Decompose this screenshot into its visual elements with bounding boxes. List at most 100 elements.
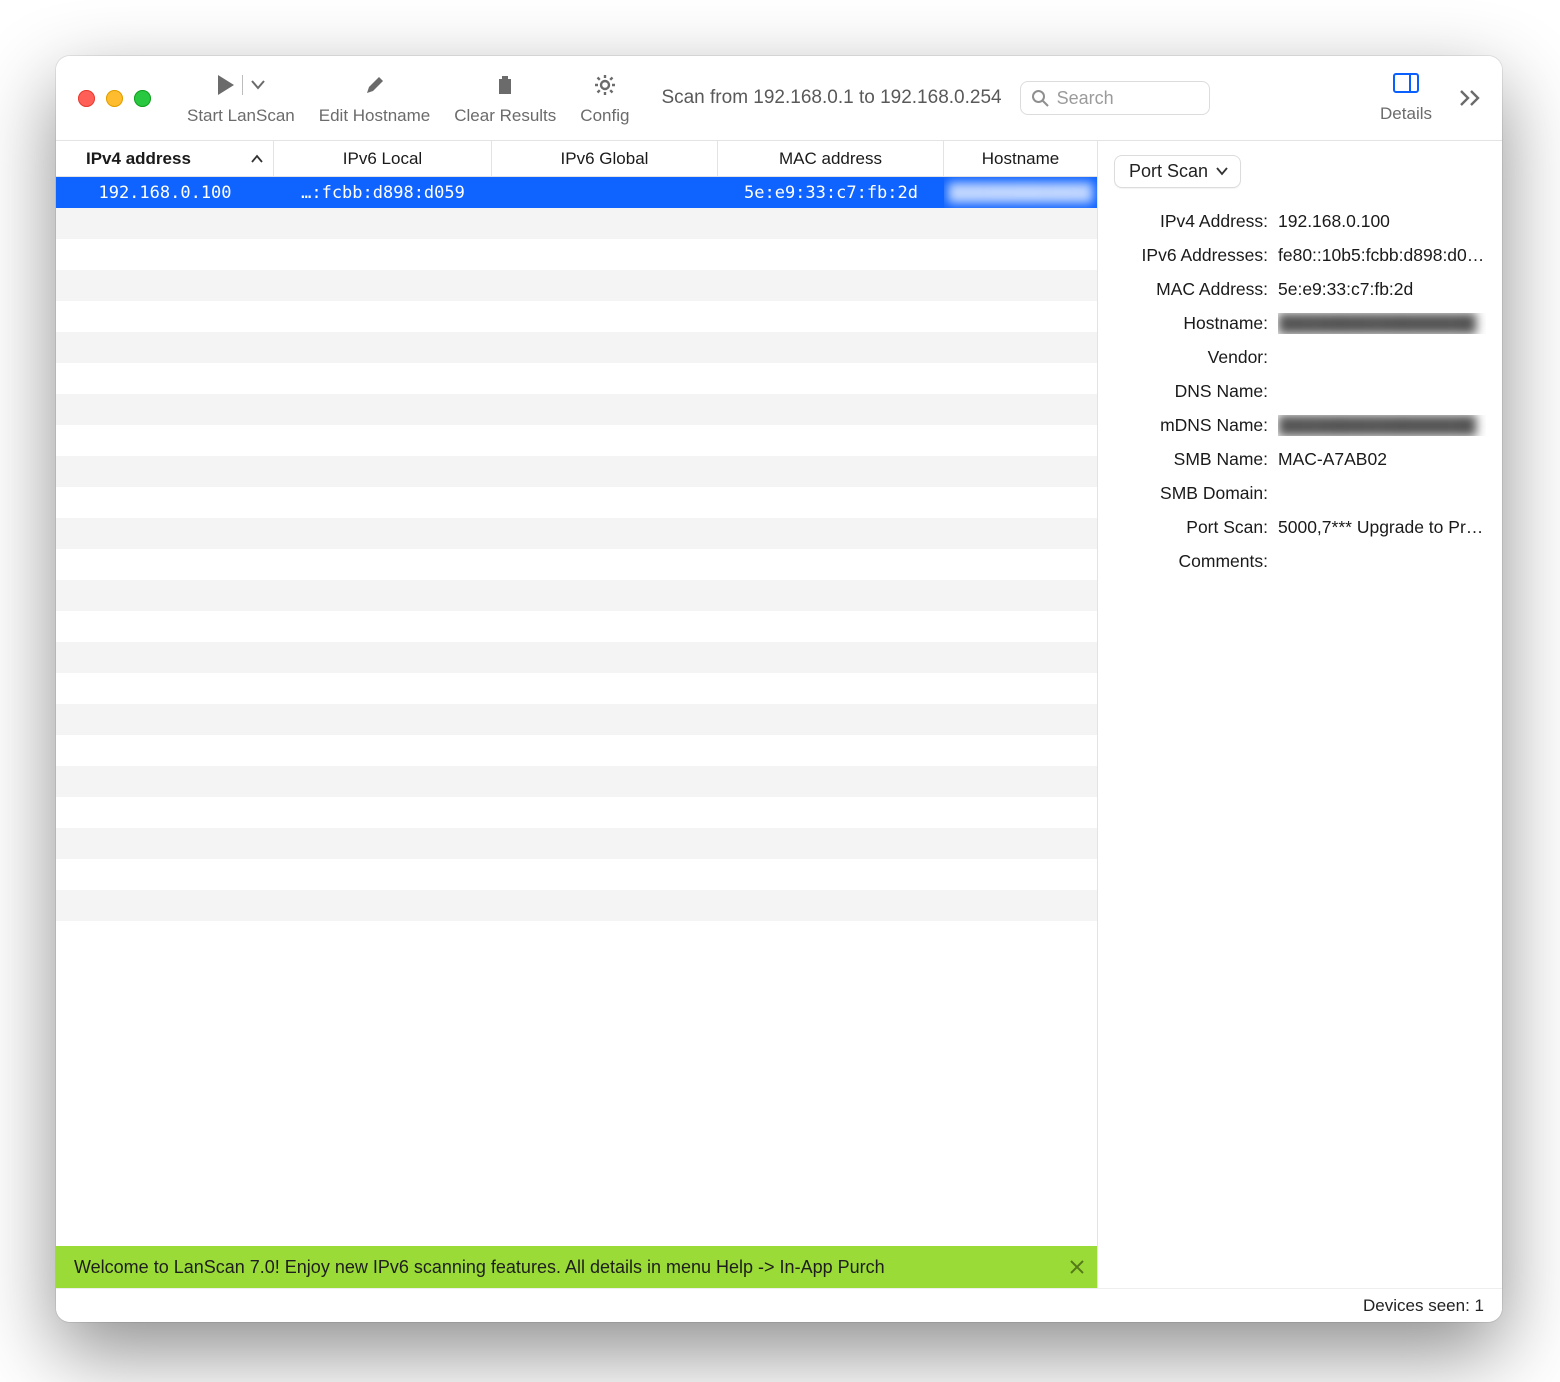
table-row[interactable] bbox=[56, 859, 1097, 890]
cell-ipv4 bbox=[56, 642, 274, 673]
banner-text: Welcome to LanScan 7.0! Enjoy new IPv6 s… bbox=[74, 1257, 885, 1278]
table-row[interactable] bbox=[56, 270, 1097, 301]
cell-hostname bbox=[944, 549, 1097, 580]
zoom-window-button[interactable] bbox=[134, 90, 151, 107]
config-button[interactable]: Config bbox=[570, 70, 639, 126]
search-input[interactable]: Search bbox=[1020, 81, 1210, 115]
table-row[interactable] bbox=[56, 673, 1097, 704]
cell-ipv6_local bbox=[274, 332, 492, 363]
table-row[interactable] bbox=[56, 239, 1097, 270]
table-row[interactable] bbox=[56, 549, 1097, 580]
cell-ipv6_local bbox=[274, 487, 492, 518]
details-toggle-button[interactable]: Details bbox=[1380, 68, 1432, 124]
port-scan-dropdown[interactable]: Port Scan bbox=[1114, 155, 1241, 188]
window-title: Scan from 192.168.0.1 to 192.168.0.254 bbox=[661, 87, 1001, 109]
cell-ipv6_global bbox=[492, 394, 718, 425]
detail-row: SMB Name:MAC-A7AB02 bbox=[1098, 442, 1486, 476]
detail-key: Port Scan: bbox=[1098, 517, 1278, 538]
detail-key: mDNS Name: bbox=[1098, 415, 1278, 436]
clear-results-button[interactable]: Clear Results bbox=[444, 70, 566, 126]
table-row[interactable] bbox=[56, 766, 1097, 797]
close-window-button[interactable] bbox=[78, 90, 95, 107]
table-row[interactable] bbox=[56, 301, 1097, 332]
cell-mac bbox=[718, 239, 944, 270]
table-row[interactable] bbox=[56, 611, 1097, 642]
cell-ipv6_local bbox=[274, 518, 492, 549]
table-row[interactable] bbox=[56, 890, 1097, 921]
search-icon bbox=[1031, 89, 1049, 107]
devices-seen-label: Devices seen: bbox=[1363, 1296, 1470, 1316]
cell-ipv4 bbox=[56, 394, 274, 425]
cell-ipv6_local bbox=[274, 859, 492, 890]
cell-ipv6_global bbox=[492, 332, 718, 363]
edit-hostname-button[interactable]: Edit Hostname bbox=[309, 70, 441, 126]
column-header-ipv6-global[interactable]: IPv6 Global bbox=[492, 141, 718, 176]
cell-mac bbox=[718, 301, 944, 332]
cell-hostname bbox=[944, 363, 1097, 394]
table-row[interactable] bbox=[56, 425, 1097, 456]
table-row[interactable] bbox=[56, 208, 1097, 239]
edit-hostname-label: Edit Hostname bbox=[319, 106, 431, 126]
column-header-hostname[interactable]: Hostname bbox=[944, 141, 1097, 176]
column-header-mac[interactable]: MAC address bbox=[718, 141, 944, 176]
cell-ipv4 bbox=[56, 425, 274, 456]
table-row[interactable] bbox=[56, 518, 1097, 549]
table-row[interactable] bbox=[56, 704, 1097, 735]
table-row[interactable] bbox=[56, 797, 1097, 828]
table-row[interactable] bbox=[56, 828, 1097, 859]
detail-row: Comments: bbox=[1098, 544, 1486, 578]
chevron-down-icon[interactable] bbox=[251, 80, 265, 90]
cell-ipv6_global bbox=[492, 487, 718, 518]
cell-ipv6_global bbox=[492, 177, 718, 208]
table-body[interactable]: 192.168.0.100…:fcbb:d898:d0595e:e9:33:c7… bbox=[56, 177, 1097, 1246]
cell-hostname bbox=[944, 487, 1097, 518]
column-header-ipv6-local[interactable]: IPv6 Local bbox=[274, 141, 492, 176]
results-pane: IPv4 address IPv6 Local IPv6 Global MAC … bbox=[56, 141, 1098, 1288]
cell-ipv6_local bbox=[274, 642, 492, 673]
minimize-window-button[interactable] bbox=[106, 90, 123, 107]
cell-ipv4 bbox=[56, 735, 274, 766]
detail-key: DNS Name: bbox=[1098, 381, 1278, 402]
cell-ipv6_global bbox=[492, 239, 718, 270]
sidebar-right-icon bbox=[1393, 73, 1419, 93]
detail-row: IPv6 Addresses:fe80::10b5:fcbb:d898:d059 bbox=[1098, 238, 1486, 272]
banner-close-button[interactable] bbox=[1069, 1259, 1085, 1275]
cell-ipv4 bbox=[56, 270, 274, 301]
cell-mac bbox=[718, 332, 944, 363]
config-label: Config bbox=[580, 106, 629, 126]
cell-hostname bbox=[944, 766, 1097, 797]
table-row[interactable] bbox=[56, 580, 1097, 611]
cell-hostname: ████████████ bbox=[944, 177, 1097, 208]
table-row[interactable] bbox=[56, 332, 1097, 363]
cell-mac bbox=[718, 456, 944, 487]
cell-hostname bbox=[944, 611, 1097, 642]
table-row[interactable] bbox=[56, 642, 1097, 673]
table-row[interactable] bbox=[56, 394, 1097, 425]
pencil-icon bbox=[364, 70, 386, 100]
details-label: Details bbox=[1380, 104, 1432, 124]
table-row[interactable] bbox=[56, 487, 1097, 518]
toolbar-overflow-button[interactable] bbox=[1454, 68, 1488, 128]
column-header-ipv4[interactable]: IPv4 address bbox=[56, 141, 274, 176]
cell-ipv6_local bbox=[274, 456, 492, 487]
cell-mac bbox=[718, 828, 944, 859]
detail-key: IPv6 Addresses: bbox=[1098, 245, 1278, 266]
cell-mac: 5e:e9:33:c7:fb:2d bbox=[718, 177, 944, 208]
cell-ipv4 bbox=[56, 549, 274, 580]
app-window: Start LanScan Edit Hostname Clear Result… bbox=[56, 56, 1502, 1322]
table-row[interactable] bbox=[56, 363, 1097, 394]
cell-ipv6_global bbox=[492, 890, 718, 921]
cell-mac bbox=[718, 518, 944, 549]
detail-row: DNS Name: bbox=[1098, 374, 1486, 408]
detail-key: IPv4 Address: bbox=[1098, 211, 1278, 232]
cell-ipv6_global bbox=[492, 425, 718, 456]
detail-key: SMB Name: bbox=[1098, 449, 1278, 470]
table-row[interactable] bbox=[56, 735, 1097, 766]
table-row[interactable]: 192.168.0.100…:fcbb:d898:d0595e:e9:33:c7… bbox=[56, 177, 1097, 208]
cell-hostname bbox=[944, 208, 1097, 239]
cell-ipv6_global bbox=[492, 673, 718, 704]
start-lanscan-button[interactable]: Start LanScan bbox=[177, 70, 305, 126]
cell-mac bbox=[718, 890, 944, 921]
table-row[interactable] bbox=[56, 456, 1097, 487]
detail-row: SMB Domain: bbox=[1098, 476, 1486, 510]
